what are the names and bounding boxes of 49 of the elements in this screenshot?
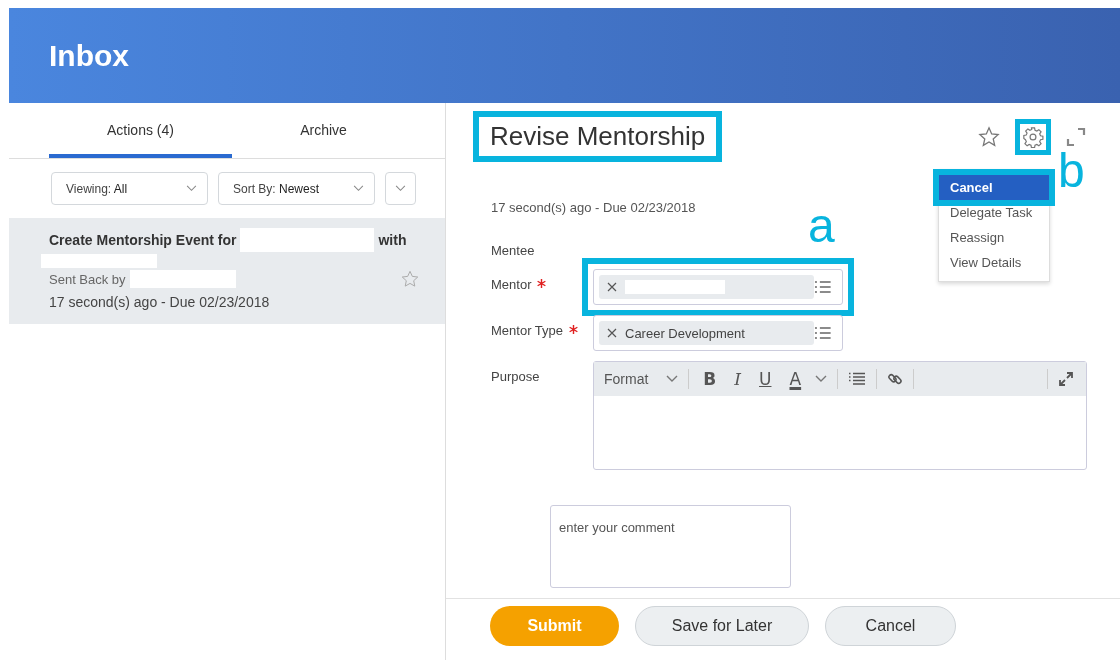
item-title: with <box>378 232 407 248</box>
menu-item[interactable]: Reassign <box>939 225 1049 250</box>
action-button[interactable]: Cancel <box>825 606 956 646</box>
item-title: Create Mentorship Event for <box>49 232 237 248</box>
prompt-field[interactable] <box>593 269 843 305</box>
field-label: Purpose <box>491 369 540 385</box>
inbox-item[interactable]: Create Mentorship Event for with Sent Back by 17 second(s) ago - Due 02/23/2018 <box>9 218 445 324</box>
chevron-down-icon <box>353 185 364 192</box>
annotation-letter: b <box>1058 147 1085 195</box>
list-icon[interactable] <box>814 280 832 294</box>
annotation-letter: a <box>808 202 835 250</box>
expand-icon[interactable] <box>1058 371 1074 387</box>
filter-dropdown[interactable]: Sort By: Newest <box>218 172 375 205</box>
settings-icon[interactable] <box>1016 119 1050 154</box>
task-title: Revise Mentorship <box>473 111 723 162</box>
field-label: Mentee <box>491 243 535 259</box>
tab[interactable]: Archive <box>232 103 415 158</box>
comment-field[interactable]: enter your comment <box>550 505 791 588</box>
sent-back-label: Sent Back by <box>49 271 126 287</box>
field-label: Mentor Type <box>491 323 564 339</box>
rich-text-editor[interactable]: Format B I U A <box>593 361 1087 470</box>
chevron-down-icon <box>186 185 197 192</box>
bulleted-list-icon[interactable] <box>848 372 867 386</box>
link-icon[interactable] <box>887 371 904 387</box>
star-icon[interactable] <box>401 270 419 288</box>
action-button[interactable]: Save for Later <box>635 606 809 646</box>
chevron-down-icon <box>395 185 406 192</box>
chevron-down-icon <box>666 375 679 383</box>
prompt-field[interactable]: Career Development <box>593 315 843 351</box>
due-text: 17 second(s) ago - Due 02/23/2018 <box>49 293 271 310</box>
field-label: Mentor <box>491 277 532 293</box>
format-button[interactable]: A <box>785 369 806 389</box>
page-title: Inbox <box>49 38 129 73</box>
remove-icon <box>607 328 617 338</box>
star-icon[interactable] <box>978 125 1000 148</box>
expand-icon[interactable] <box>1066 126 1086 147</box>
format-button[interactable]: I <box>730 369 746 389</box>
chevron-down-icon[interactable] <box>815 375 828 383</box>
due-text: 17 second(s) ago - Due 02/23/2018 <box>491 200 696 215</box>
format-dropdown[interactable]: Format <box>604 371 679 387</box>
remove-icon <box>607 282 617 292</box>
selection-chip: Career Development <box>599 321 815 345</box>
tab[interactable]: Actions (4) <box>49 103 232 158</box>
menu-item[interactable]: Delegate Task <box>939 200 1049 225</box>
menu-item[interactable]: View Details <box>939 250 1049 275</box>
list-icon[interactable] <box>814 326 832 340</box>
format-button[interactable]: B <box>699 369 721 389</box>
filter-dropdown[interactable]: Viewing: All <box>51 172 208 205</box>
format-button[interactable]: U <box>755 369 776 389</box>
